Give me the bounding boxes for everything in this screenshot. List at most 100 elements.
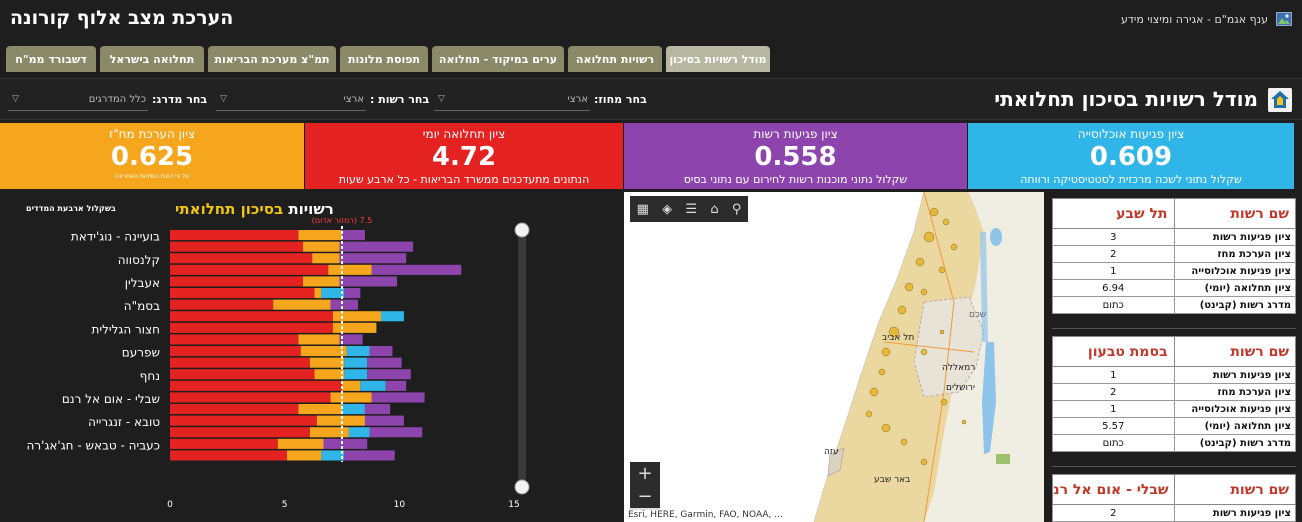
table-row: ציון הערכת מחז 2: [1052, 383, 1296, 401]
table-header-label: שם רשות: [1173, 336, 1296, 367]
table-row: ציון תחלואה (יומי) 6.94: [1052, 279, 1296, 297]
map-label: עזה: [824, 447, 839, 457]
authority-label: בחר רשות :: [370, 93, 430, 106]
kpi-title: ציון פגיעות רשות: [753, 127, 838, 141]
map-toolbar: ▦ ◈ ☰ ⌂ ⚲: [630, 196, 748, 222]
bar-segment: [309, 357, 345, 368]
row-value: 5.57: [1052, 417, 1175, 435]
bar-segment: [364, 415, 404, 426]
tab-bar: מודל רשויות בסיכון רשויות תחלואה ערים במ…: [0, 43, 1302, 73]
kpi-title: ציון תחלואה יומי: [422, 127, 506, 141]
bar-segment: [298, 404, 342, 415]
bar-segment: [170, 404, 299, 415]
layers-icon[interactable]: ◈: [662, 202, 672, 217]
row-label: מדרג רשות (קבינט): [1173, 296, 1296, 314]
category-label: בסמ"ה: [124, 299, 160, 313]
row-value: 3: [1052, 228, 1175, 246]
map-panel[interactable]: תל אביב רמאללה ירושלים עזה באר שבע שכם ▦…: [624, 192, 1044, 522]
zoom-in-button[interactable]: +: [630, 462, 660, 485]
scrollbar-track[interactable]: [518, 226, 526, 486]
table-row: ציון פגיעות אוכלוסייה 1: [1052, 400, 1296, 418]
category-label: כעביה - טבאש - חג'אג'רה: [27, 438, 160, 452]
scrollbar-handle-bottom[interactable]: [514, 479, 530, 495]
bar-segment: [339, 253, 407, 264]
tab-health-system[interactable]: תמ"צ מערכת הבריאות: [208, 46, 336, 72]
org-name: ענף אגמ"ם - אגירה ומיצוי מידע: [1121, 13, 1268, 26]
table-row: מדרג רשות (קבינט) כתום: [1052, 296, 1296, 314]
bar-segment: [170, 415, 317, 426]
bar-segment: [170, 230, 299, 241]
table-row: ציון תחלואה (יומי) 5.57: [1052, 417, 1296, 435]
divider: [1052, 466, 1296, 467]
zoom-out-button[interactable]: −: [630, 485, 660, 508]
table-row: ציון הערכת מחז 2: [1052, 245, 1296, 263]
tab-focus-cities[interactable]: ערים במיקוד - תחלואה: [432, 46, 564, 72]
bar-segment: [170, 241, 304, 252]
kpi-population-vulnerability: ציון פגיעות אוכלוסייה 0.609 שקלול נתוני …: [968, 123, 1294, 189]
bar-segment: [339, 241, 414, 252]
bar-segment: [312, 253, 340, 264]
category-label: שפרעם: [122, 346, 160, 360]
category-label: טובא - זנגרייה: [88, 415, 160, 429]
bar-segment: [339, 334, 363, 345]
bar-segment: [303, 276, 340, 287]
category-label: קלנסווה: [118, 253, 160, 267]
home-icon[interactable]: ⌂: [710, 202, 718, 217]
kpi-value: 4.72: [431, 142, 497, 172]
bar-segment: [360, 380, 386, 391]
bar-segment: [328, 264, 372, 275]
map-label: שכם: [969, 310, 986, 320]
tab-hotel-occupancy[interactable]: תפוסת מלונות: [340, 46, 428, 72]
authority-value: ארצי: [343, 94, 365, 105]
row-value: 2: [1052, 504, 1175, 522]
map-attribution: Esri, HERE, Garmin, FAO, NOAA, ...: [624, 508, 814, 522]
table-row: ציון פגיעות רשות 3: [1052, 228, 1296, 246]
x-tick-label: 15: [508, 500, 519, 510]
map-canvas[interactable]: תל אביב רמאללה ירושלים עזה באר שבע שכם: [624, 192, 1044, 522]
bar-segment: [170, 450, 287, 461]
category-label: חצור הגלילית: [92, 322, 161, 336]
search-icon[interactable]: ⚲: [732, 202, 742, 217]
map-label: תל אביב: [882, 333, 914, 343]
rank-label: בחר מדרג:: [152, 93, 208, 106]
category-label: נחף: [140, 369, 160, 383]
kpi-subtitle: הנתונים מתעדכנים ממשרד הבריאות - כל ארבע…: [338, 173, 590, 186]
bar-segment: [344, 288, 361, 299]
tab-mamah-dashboard[interactable]: דשבורד ממ"ח: [6, 46, 96, 72]
bar-segment: [342, 230, 365, 241]
tab-morbidity-authorities[interactable]: רשויות תחלואה: [568, 46, 662, 72]
tab-risk-model[interactable]: מודל רשויות בסיכון: [666, 46, 770, 72]
chevron-down-icon: ▽: [220, 94, 227, 104]
qr-code-icon[interactable]: ▦: [637, 202, 649, 217]
table-header-label: שם רשות: [1173, 474, 1296, 505]
row-value: 6.94: [1052, 279, 1175, 297]
scrollbar-handle-top[interactable]: [514, 222, 530, 238]
bar-segment: [369, 427, 423, 438]
bar-segment: [170, 369, 315, 380]
tab-israel-morbidity[interactable]: תחלואה בישראל: [100, 46, 204, 72]
kpi-subtitle: שקלול נתוני מוכנות רשות לחירום עם נתוני …: [683, 173, 908, 186]
rank-select[interactable]: כלל המדרגים ▽: [8, 89, 148, 111]
bar-segment: [369, 346, 393, 357]
bar-segment: [170, 264, 329, 275]
row-value: 1: [1052, 262, 1175, 280]
bar-segment: [332, 311, 381, 322]
bar-segment: [298, 334, 340, 345]
bar-segment: [344, 450, 395, 461]
kpi-subtitle: על פי הזנת השיחות האחרונה: [114, 173, 190, 180]
bar-segment: [316, 415, 365, 426]
list-icon[interactable]: ☰: [685, 202, 697, 217]
bar-segment: [298, 230, 342, 241]
divider: [1052, 328, 1296, 329]
zoom-control: + −: [630, 462, 660, 510]
bar-segment: [330, 299, 359, 310]
bar-segment: [170, 392, 331, 403]
map-label: רמאללה: [942, 363, 975, 373]
bar-segment: [170, 253, 313, 264]
authority-select[interactable]: ארצי ▽: [216, 89, 366, 111]
district-select[interactable]: ארצי ▽: [434, 89, 590, 111]
row-value: 2: [1052, 245, 1175, 263]
kpi-value: 0.625: [110, 142, 194, 172]
table-header-name: בסמת טבעון: [1052, 336, 1175, 367]
row-value: כתום: [1052, 296, 1175, 314]
